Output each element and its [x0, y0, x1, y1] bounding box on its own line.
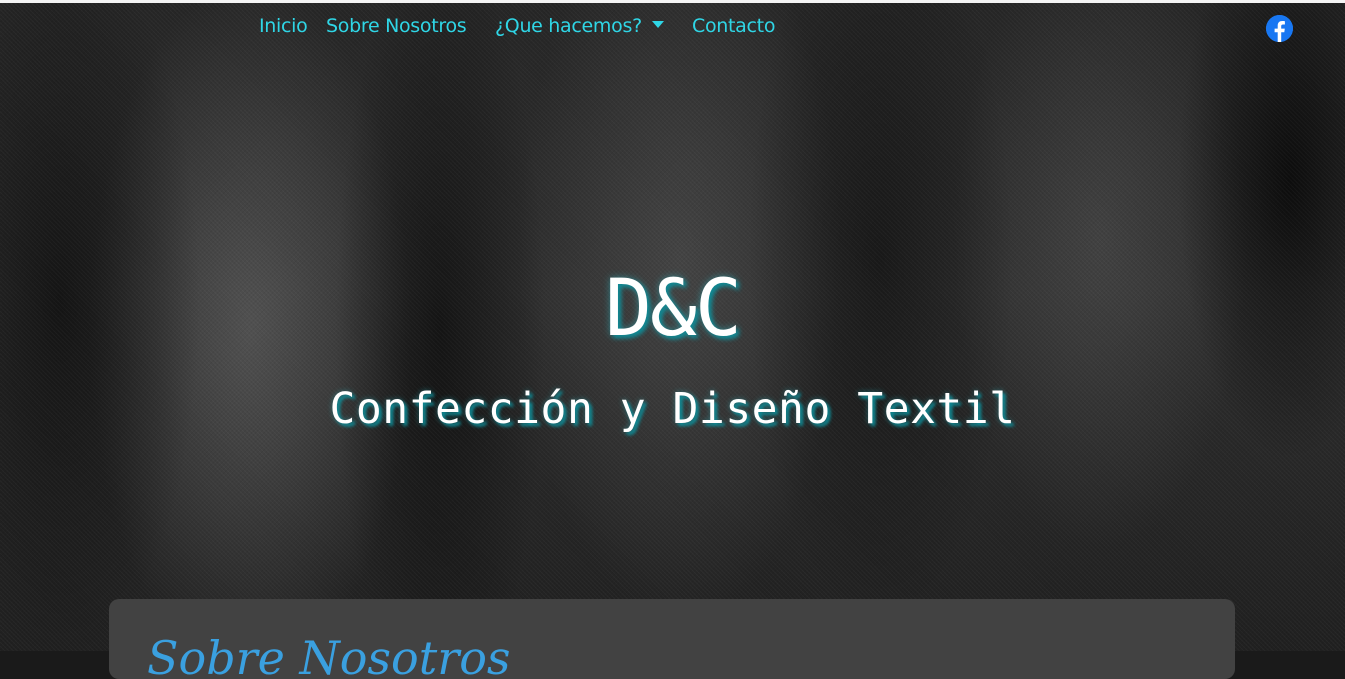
- hero-subtitle: Confección y Diseño Textil: [329, 384, 1016, 434]
- nav-inicio[interactable]: Inicio: [259, 15, 308, 37]
- facebook-icon[interactable]: [1266, 15, 1293, 42]
- nav-que-hacemos-label: ¿Que hacemos?: [495, 15, 642, 37]
- nav-contacto[interactable]: Contacto: [692, 15, 775, 37]
- nav-sobre-nosotros[interactable]: Sobre Nosotros: [326, 15, 467, 37]
- section-heading: Sobre Nosotros: [147, 631, 511, 679]
- navbar: Inicio Sobre Nosotros ¿Que hacemos? Cont…: [0, 3, 1345, 49]
- nav-que-hacemos-dropdown[interactable]: ¿Que hacemos?: [495, 15, 664, 37]
- caret-down-icon: [651, 21, 664, 28]
- about-section-card: Sobre Nosotros: [109, 599, 1235, 679]
- hero-title: D&C: [605, 264, 742, 354]
